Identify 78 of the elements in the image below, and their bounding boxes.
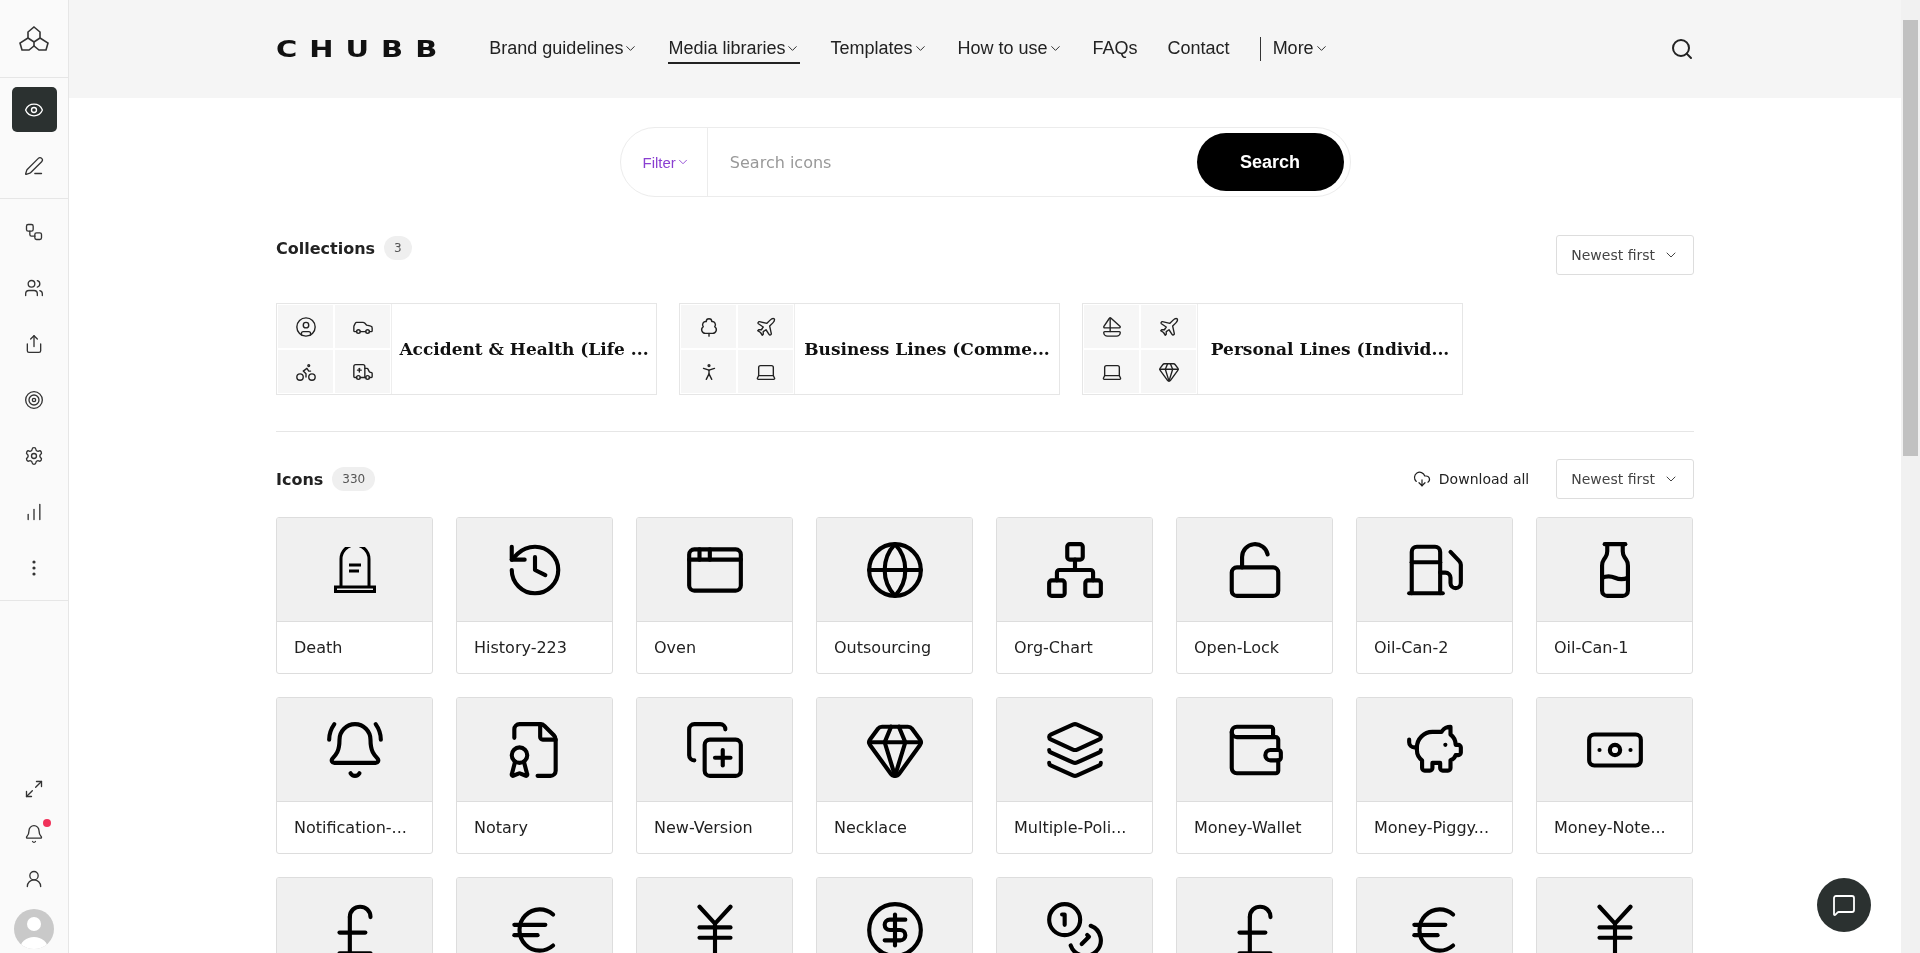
sort-dropdown[interactable]: Newest first bbox=[1556, 235, 1694, 275]
chat-button[interactable] bbox=[1817, 878, 1871, 932]
nav-link[interactable]: FAQs bbox=[1092, 34, 1138, 64]
user-circle-icon bbox=[294, 315, 317, 338]
sailboat-icon bbox=[1100, 315, 1123, 338]
icon-name: Money-Wallet bbox=[1193, 817, 1303, 839]
icon-name: Notary bbox=[473, 817, 529, 839]
nav-link[interactable]: Contact bbox=[1167, 34, 1230, 64]
users-icon bbox=[24, 277, 44, 298]
user-icon bbox=[24, 868, 44, 889]
app-logo[interactable] bbox=[19, 25, 49, 52]
pen-icon bbox=[24, 155, 44, 176]
nav-link[interactable]: How to use bbox=[957, 34, 1063, 64]
plane-icon bbox=[754, 315, 777, 338]
icon-name: Oil-Can-1 bbox=[1553, 637, 1630, 659]
collection-title: Business Lines (Comme... bbox=[803, 338, 1051, 361]
section-title: Collections bbox=[276, 238, 376, 258]
nav-link[interactable]: Media libraries bbox=[668, 34, 801, 64]
icon-card[interactable]: Oil-Can-1 bbox=[1536, 517, 1693, 674]
workflow-icon bbox=[24, 221, 44, 242]
collection-card[interactable]: Accident & Health (Life ... bbox=[276, 303, 657, 395]
nav-link[interactable]: Brand guidelines bbox=[489, 34, 639, 64]
icon-name: Notification-... bbox=[293, 817, 408, 839]
sidebar-button[interactable] bbox=[11, 87, 57, 132]
scrollbar[interactable] bbox=[1903, 20, 1918, 456]
headstone-icon bbox=[333, 546, 376, 593]
icon-card[interactable]: Outsourcing bbox=[816, 517, 973, 674]
icon-name: Oil-Can-2 bbox=[1373, 637, 1450, 659]
sort-dropdown[interactable]: Newest first bbox=[1556, 459, 1694, 499]
icon-name: Multiple-Poli... bbox=[1013, 817, 1128, 839]
chat-icon bbox=[1832, 893, 1856, 917]
filter-dropdown[interactable]: Filter bbox=[620, 128, 708, 196]
icon-card[interactable]: Money-Wallet bbox=[1176, 697, 1333, 854]
search-icon[interactable] bbox=[1670, 37, 1694, 61]
count-badge: 3 bbox=[384, 236, 412, 260]
bell-icon bbox=[24, 823, 44, 844]
nav-link[interactable]: More bbox=[1272, 34, 1329, 64]
icon-card[interactable]: New-Version bbox=[636, 697, 793, 854]
collection-title: Personal Lines (Individ... bbox=[1209, 338, 1451, 361]
download-all-link[interactable]: Download all bbox=[1412, 470, 1530, 488]
target-icon bbox=[24, 389, 44, 410]
collection-card[interactable]: Personal Lines (Individ... bbox=[1082, 303, 1463, 395]
icon-name: Death bbox=[293, 637, 344, 659]
brand-logo[interactable]: CHUBB bbox=[276, 35, 450, 63]
settings-icon bbox=[24, 445, 44, 466]
cloud-download-icon bbox=[1412, 470, 1431, 488]
search-button[interactable]: Search bbox=[1196, 133, 1344, 191]
diamond-icon bbox=[1157, 360, 1180, 383]
icon-card[interactable]: Notification-... bbox=[276, 697, 433, 854]
icon-name: Open-Lock bbox=[1193, 637, 1280, 659]
collection-card[interactable]: Business Lines (Comme... bbox=[679, 303, 1060, 395]
icon-card[interactable]: Oil-Can-2 bbox=[1356, 517, 1513, 674]
count-badge: 330 bbox=[332, 467, 376, 491]
icon-card[interactable]: Death bbox=[276, 517, 433, 674]
icon-card[interactable]: Multiple-Poli... bbox=[996, 697, 1153, 854]
icon-card[interactable]: Necklace bbox=[816, 697, 973, 854]
icon-name: New-Version bbox=[653, 817, 754, 839]
icon-name: Outsourcing bbox=[833, 637, 933, 659]
icon-card[interactable]: Open-Lock bbox=[1176, 517, 1333, 674]
icon-card[interactable]: Notary bbox=[456, 697, 613, 854]
nav-link[interactable]: Templates bbox=[830, 34, 928, 64]
more-icon bbox=[32, 559, 36, 576]
icon-name: Oven bbox=[653, 637, 698, 659]
icon-name: Necklace bbox=[833, 817, 908, 839]
icon-card[interactable]: Oven bbox=[636, 517, 793, 674]
icon-card[interactable]: History-223 bbox=[456, 517, 613, 674]
icon-card[interactable]: Money-Piggy... bbox=[1356, 697, 1513, 854]
icon-name: Money-Note... bbox=[1553, 817, 1667, 839]
plane-icon bbox=[1157, 315, 1180, 338]
icon-card[interactable]: Money-Note... bbox=[1536, 697, 1693, 854]
icon-name: Org-Chart bbox=[1013, 637, 1094, 659]
section-title: Icons bbox=[276, 469, 324, 489]
upload-icon bbox=[24, 333, 44, 354]
icon-card[interactable]: Org-Chart bbox=[996, 517, 1153, 674]
icon-name: History-223 bbox=[473, 637, 568, 659]
collection-title: Accident & Health (Life ... bbox=[398, 338, 650, 361]
expand-icon bbox=[24, 778, 44, 799]
icon-name: Money-Piggy... bbox=[1373, 817, 1491, 839]
